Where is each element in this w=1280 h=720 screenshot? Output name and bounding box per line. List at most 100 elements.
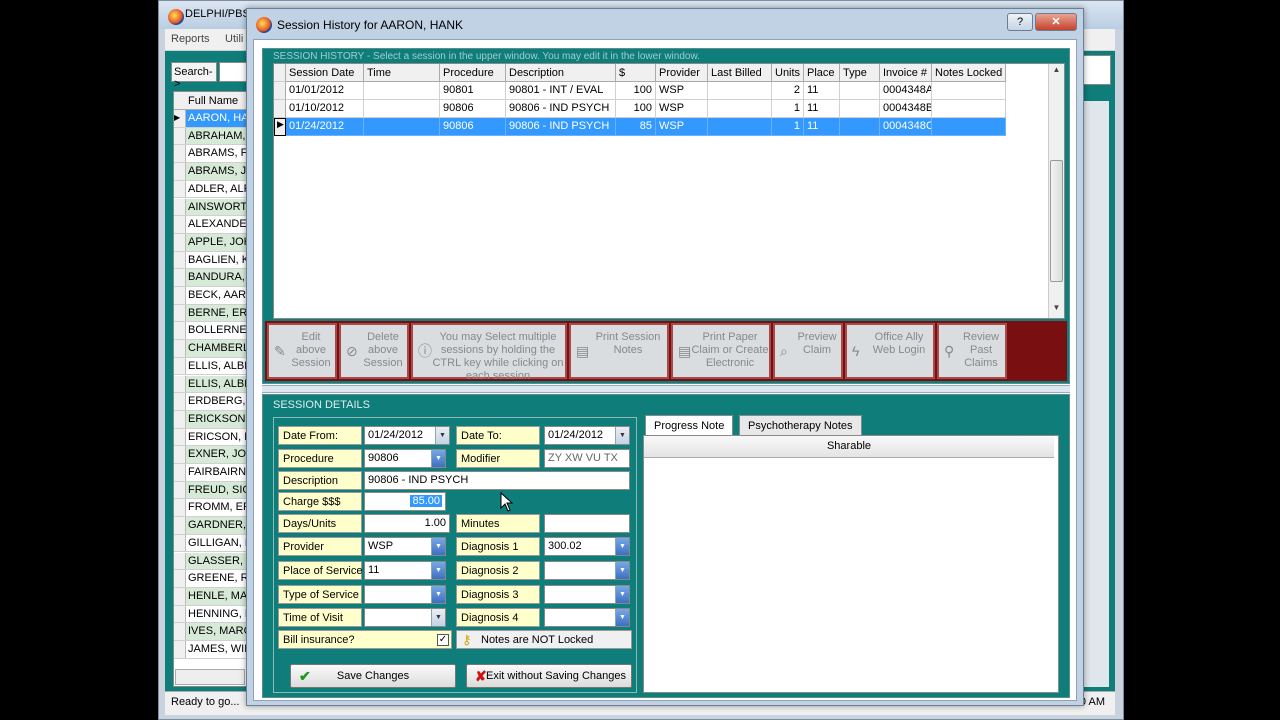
panel-splitter[interactable] [262, 385, 1070, 393]
client-list-item[interactable]: ERDBERG, I [174, 393, 250, 411]
client-list-item[interactable]: GILLIGAN, K [174, 534, 250, 553]
time-of-visit-field[interactable]: ▼ [364, 608, 446, 627]
column-header[interactable]: Procedure [440, 64, 506, 82]
tab-psychotherapy-notes[interactable]: Psychotherapy Notes [739, 415, 862, 435]
help-button[interactable]: ? [1007, 13, 1033, 31]
modifier-field[interactable]: ZY XW VU TX [544, 449, 630, 468]
column-header[interactable]: Type [840, 64, 880, 82]
close-button[interactable]: ✕ [1035, 13, 1077, 31]
column-header[interactable]: Invoice # [880, 64, 932, 82]
scroll-up-icon[interactable]: ▲ [1049, 65, 1064, 79]
tab-progress-note[interactable]: Progress Note [645, 415, 734, 436]
dialog-title-bar[interactable]: Session History for AARON, HANK ? ✕ [247, 9, 1083, 39]
column-header[interactable]: Provider [656, 64, 708, 82]
chevron-down-icon[interactable]: ▼ [431, 586, 445, 603]
client-list-item[interactable]: CHAMBERLA [174, 340, 250, 358]
column-header[interactable]: Notes Locked [932, 64, 1006, 82]
column-header[interactable]: Time [364, 64, 440, 82]
client-list-item[interactable]: ELLIS, ALBE [174, 375, 250, 394]
chevron-down-icon[interactable]: ▼ [615, 427, 629, 444]
edit-session-button[interactable]: ✎ Edit above Session [267, 323, 337, 379]
chevron-down-icon[interactable]: ▼ [431, 450, 445, 467]
preview-claim-button[interactable]: ⌕ Preview Claim [773, 323, 843, 379]
client-list-item[interactable]: ABRAMS, JC [174, 163, 250, 181]
client-list-item[interactable]: BOLLERNEF [174, 322, 250, 341]
diagnosis-3-field[interactable]: ▼ [544, 585, 630, 604]
review-claims-button[interactable]: ⚲ Review Past Claims [937, 323, 1007, 379]
chevron-down-icon[interactable]: ▼ [615, 538, 629, 555]
chevron-down-icon[interactable]: ▼ [431, 562, 445, 579]
scroll-thumb[interactable] [1050, 160, 1063, 282]
client-list-item[interactable]: JAMES, WIL [174, 641, 250, 659]
procedure-field[interactable]: 90806 ▼ [364, 449, 446, 468]
client-list-item[interactable]: FAIRBAIRN, [174, 464, 250, 482]
table-row[interactable]: 01/24/2012 90806 90806 - IND PSYCH 85 WSP 1 11… [274, 118, 1010, 136]
type-of-service-field[interactable]: ▼ [364, 585, 446, 604]
print-notes-button[interactable]: ▤ Print Session Notes [569, 323, 669, 379]
client-list-item[interactable]: BECK, AARC [174, 287, 250, 305]
place-of-service-field[interactable]: 11 ▼ [364, 561, 446, 580]
client-list-item[interactable]: BANDURA, A [174, 269, 250, 287]
diagnosis-2-field[interactable]: ▼ [544, 561, 630, 580]
menu-reports[interactable]: Reports [171, 33, 210, 45]
right-input-box[interactable] [1083, 55, 1111, 85]
search-input[interactable] [219, 62, 249, 82]
client-list-item[interactable]: ALEXANDER [174, 216, 250, 234]
table-row[interactable]: 01/01/2012 90801 90801 - INT / EVAL 100 WSP 2… [274, 82, 1010, 100]
client-list-item[interactable]: EXNER, JOH [174, 446, 250, 464]
scroll-down-icon[interactable]: ▼ [1049, 303, 1064, 317]
chevron-down-icon[interactable]: ▼ [435, 427, 449, 444]
chevron-down-icon[interactable]: ▼ [615, 586, 629, 603]
client-list-item[interactable]: APPLE, JOH [174, 233, 250, 252]
client-list-item[interactable]: ▶ AARON, HA [174, 110, 250, 128]
days-units-field[interactable]: 1.00 [364, 514, 450, 533]
client-list-item[interactable]: GARDNER, I [174, 517, 250, 535]
client-list-item[interactable]: ABRAMS, FI [174, 145, 250, 164]
delete-session-button[interactable]: ⊘ Delete above Session [339, 323, 409, 379]
client-list-item[interactable]: ERICSON, E [174, 428, 250, 447]
menu-utilities[interactable]: Utili [225, 33, 243, 45]
chevron-down-icon[interactable]: ▼ [615, 609, 629, 626]
search-label[interactable]: Search-> [171, 62, 217, 90]
chevron-down-icon[interactable]: ▼ [615, 562, 629, 579]
client-list-item[interactable]: HENNING, H [174, 605, 250, 624]
client-list-item[interactable]: FROMM, ER [174, 499, 250, 518]
date-to-field[interactable]: 01/24/2012 ▼ [544, 426, 630, 445]
client-list-item[interactable]: ADLER, ALF [174, 180, 250, 199]
client-list-item[interactable]: GREENE, R [174, 570, 250, 588]
date-from-field[interactable]: 01/24/2012 ▼ [364, 426, 450, 445]
client-list-item[interactable]: HENLE, MAF [174, 587, 250, 606]
client-list-header[interactable]: Full Name [174, 92, 250, 110]
client-list-item[interactable]: ABRAHAM, I [174, 127, 250, 146]
table-row[interactable]: 01/10/2012 90806 90806 - IND PSYCH 100 WSP 1 1… [274, 100, 1010, 118]
vertical-scrollbar[interactable]: ▲ ▼ [1048, 64, 1064, 318]
client-list-item[interactable]: ELLIS, ALBE [174, 357, 250, 376]
column-header[interactable]: Place [804, 64, 840, 82]
diagnosis-4-field[interactable]: ▼ [544, 608, 630, 627]
column-header[interactable]: Session Date [286, 64, 364, 82]
client-list-item[interactable]: ERICKSON, I [174, 410, 250, 429]
diagnosis-1-field[interactable]: 300.02 ▼ [544, 537, 630, 556]
bill-insurance-checkbox[interactable]: ✓ [437, 634, 449, 646]
client-list-item[interactable]: BAGLIEN, K [174, 251, 250, 270]
office-ally-login-button[interactable]: ϟ Office Ally Web Login [845, 323, 935, 379]
print-paper-claim-button[interactable]: ▤ Print Paper Claim or Create Electronic [671, 323, 771, 379]
save-changes-button[interactable]: ✔ Save Changes [290, 664, 456, 688]
chevron-down-icon[interactable]: ▼ [431, 538, 445, 555]
column-header[interactable]: Units [772, 64, 804, 82]
client-list-item[interactable]: BERNE, ERI [174, 304, 250, 323]
exit-without-saving-button[interactable]: ✘ Exit without Saving Changes [466, 664, 632, 688]
client-list-item[interactable]: GLASSER, V [174, 552, 250, 571]
notes-editor[interactable]: Sharable [643, 435, 1059, 693]
client-list-item[interactable]: AINSWORTH [174, 198, 250, 217]
column-header[interactable]: Description [506, 64, 616, 82]
provider-field[interactable]: WSP ▼ [364, 537, 446, 556]
client-list-item[interactable]: FREUD, SIG [174, 481, 250, 500]
horizontal-scrollbar[interactable] [175, 669, 245, 685]
column-header[interactable]: Last Billed [708, 64, 772, 82]
chevron-down-icon[interactable]: ▼ [431, 609, 445, 626]
sharable-header[interactable]: Sharable [644, 436, 1054, 458]
minutes-field[interactable] [544, 514, 630, 533]
column-header[interactable]: $ [616, 64, 656, 82]
description-field[interactable]: 90806 - IND PSYCH [364, 471, 630, 490]
